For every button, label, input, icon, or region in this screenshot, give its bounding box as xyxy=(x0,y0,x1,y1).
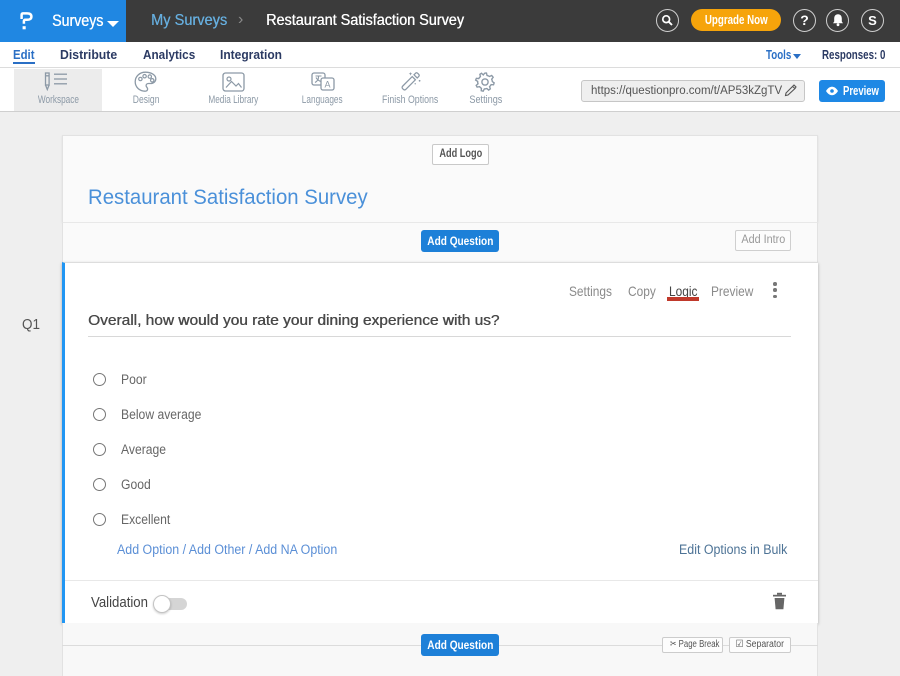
svg-text:A: A xyxy=(324,80,330,90)
